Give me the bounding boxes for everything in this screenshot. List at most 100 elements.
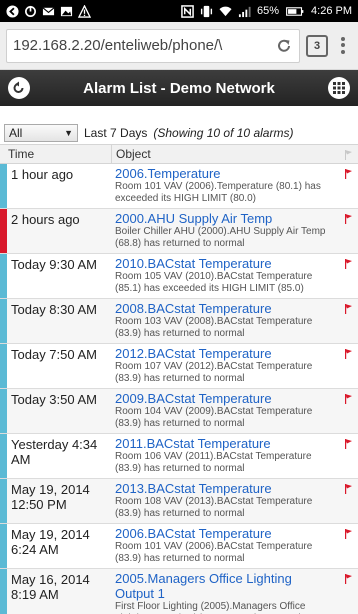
alarm-row[interactable]: Today 8:30 AM 2008.BACstat Temperature Roo… bbox=[0, 299, 358, 344]
alarm-description: First Floor Lighting (2005).Managers Off… bbox=[115, 601, 306, 614]
alarm-time: 2 hours ago bbox=[11, 212, 80, 227]
column-header-time[interactable]: Time bbox=[0, 147, 111, 161]
alarm-time: May 19, 2014 6:24 AM bbox=[11, 527, 90, 557]
alarm-status-bar bbox=[0, 254, 7, 298]
alarm-row[interactable]: Today 7:50 AM 2012.BACstat Temperature Roo… bbox=[0, 344, 358, 389]
status-time: 4:26 PM bbox=[311, 5, 352, 17]
flag-icon bbox=[344, 214, 352, 224]
flag-icon bbox=[344, 439, 352, 449]
alarm-object-link[interactable]: 2013.BACstat Temperature bbox=[115, 481, 334, 496]
back-icon bbox=[6, 4, 19, 18]
alarm-object-link[interactable]: 2010.BACstat Temperature bbox=[115, 256, 334, 271]
alarm-description: Room 104 VAV (2009).BACstat Temperature … bbox=[115, 406, 313, 429]
alarm-description: Room 108 VAV (2013).BACstat Temperature … bbox=[115, 496, 313, 519]
dropdown-arrow-icon: ▼ bbox=[64, 128, 73, 138]
date-range-label: Last 7 Days bbox=[84, 126, 148, 140]
back-button[interactable] bbox=[8, 77, 30, 99]
alarm-row[interactable]: 1 hour ago 2006.Temperature Room 101 VAV (… bbox=[0, 164, 358, 209]
browser-toolbar: 192.168.2.20/enteliweb/phone/\ 3 bbox=[0, 22, 358, 70]
status-left-icons bbox=[6, 4, 91, 18]
alarm-time: 1 hour ago bbox=[11, 167, 74, 182]
alarm-row[interactable]: Today 9:30 AM 2010.BACstat Temperature Roo… bbox=[0, 254, 358, 299]
alarm-object-link[interactable]: 2012.BACstat Temperature bbox=[115, 346, 334, 361]
status-bar: 65% 4:26 PM bbox=[0, 0, 358, 22]
alarm-object-link[interactable]: 2008.BACstat Temperature bbox=[115, 301, 334, 316]
battery-icon bbox=[286, 6, 304, 16]
alarm-time: Today 9:30 AM bbox=[11, 257, 97, 272]
alarm-object: 2013.BACstat Temperature Room 108 VAV (20… bbox=[111, 479, 338, 523]
alarm-flag-button[interactable] bbox=[338, 209, 358, 253]
alarm-status-bar bbox=[0, 299, 7, 343]
alarm-status-bar bbox=[0, 344, 7, 388]
alarm-row[interactable]: May 19, 2014 12:50 PM 2013.BACstat Temper… bbox=[0, 479, 358, 524]
alarm-time: Today 8:30 AM bbox=[11, 302, 97, 317]
alarm-flag-button[interactable] bbox=[338, 254, 358, 298]
alarm-object: 2011.BACstat Temperature Room 106 VAV (20… bbox=[111, 434, 338, 478]
alarm-description: Room 103 VAV (2008).BACstat Temperature … bbox=[115, 316, 313, 339]
reload-icon[interactable] bbox=[275, 37, 293, 55]
alarm-description: Room 107 VAV (2012).BACstat Temperature … bbox=[115, 361, 313, 384]
page-title: Alarm List - Demo Network bbox=[83, 79, 275, 97]
alarm-flag-button[interactable] bbox=[338, 389, 358, 433]
alarm-flag-button[interactable] bbox=[338, 299, 358, 343]
alarm-row[interactable]: May 16, 2014 8:19 AM 2005.Managers Office… bbox=[0, 569, 358, 614]
alarm-flag-button[interactable] bbox=[338, 479, 358, 523]
menu-dot bbox=[341, 43, 345, 48]
alarm-row[interactable]: May 19, 2014 6:24 AM 2006.BACstat Tempera… bbox=[0, 524, 358, 569]
alarm-object-link[interactable]: 2005.Managers Office Lighting Output 1 bbox=[115, 571, 334, 601]
table-header: Time Object bbox=[0, 144, 358, 164]
tab-switcher-button[interactable]: 3 bbox=[306, 34, 328, 57]
app-header: Alarm List - Demo Network bbox=[0, 70, 358, 106]
status-right-icons: 65% 4:26 PM bbox=[181, 4, 352, 18]
alarm-description: Room 106 VAV (2011).BACstat Temperature … bbox=[115, 451, 312, 474]
alarm-object: 2009.BACstat Temperature Room 104 VAV (20… bbox=[111, 389, 338, 433]
alarm-object-link[interactable]: 2000.AHU Supply Air Temp bbox=[115, 211, 334, 226]
url-text[interactable]: 192.168.2.20/enteliweb/phone/\ bbox=[13, 37, 275, 54]
alarm-object-link[interactable]: 2006.Temperature bbox=[115, 166, 334, 181]
spacer bbox=[0, 106, 358, 122]
alarm-time: Today 3:50 AM bbox=[11, 392, 97, 407]
alarm-status-bar bbox=[0, 434, 7, 478]
alarm-flag-button[interactable] bbox=[338, 569, 358, 614]
alarm-object: 2000.AHU Supply Air Temp Boiler Chiller A… bbox=[111, 209, 338, 253]
flag-icon bbox=[344, 484, 352, 494]
alarm-status-bar bbox=[0, 524, 7, 568]
flag-icon bbox=[344, 394, 352, 404]
alarm-flag-button[interactable] bbox=[338, 434, 358, 478]
alarm-description: Room 101 VAV (2006).BACstat Temperature … bbox=[115, 541, 313, 564]
alarm-status-bar bbox=[0, 209, 7, 253]
menu-dot bbox=[341, 36, 345, 41]
alarm-object: 2012.BACstat Temperature Room 107 VAV (20… bbox=[111, 344, 338, 388]
alarm-object-link[interactable]: 2006.BACstat Temperature bbox=[115, 526, 334, 541]
alarm-table: Time Object 1 hour ago 2006.Temperature Ro… bbox=[0, 144, 358, 614]
flag-icon bbox=[344, 349, 352, 359]
grid-icon bbox=[333, 82, 345, 94]
flag-icon bbox=[344, 259, 352, 269]
grid-menu-button[interactable] bbox=[328, 77, 350, 99]
alarm-row[interactable]: Today 3:50 AM 2009.BACstat Temperature Roo… bbox=[0, 389, 358, 434]
alarm-time: May 16, 2014 8:19 AM bbox=[11, 572, 90, 602]
flag-icon bbox=[344, 169, 352, 179]
flag-icon bbox=[344, 574, 352, 584]
column-header-object[interactable]: Object bbox=[111, 145, 338, 163]
tab-count: 3 bbox=[313, 39, 321, 52]
alarm-filter-select[interactable]: All ▼ bbox=[4, 124, 78, 142]
url-bar[interactable]: 192.168.2.20/enteliweb/phone/\ bbox=[6, 28, 300, 63]
alarm-status-bar bbox=[0, 389, 7, 433]
sync-icon bbox=[25, 5, 36, 17]
alarm-object-link[interactable]: 2009.BACstat Temperature bbox=[115, 391, 334, 406]
nfc-icon bbox=[181, 4, 194, 18]
alarm-object: 2006.Temperature Room 101 VAV (2006).Temp… bbox=[111, 164, 338, 208]
menu-dot bbox=[341, 50, 345, 55]
alarm-flag-button[interactable] bbox=[338, 164, 358, 208]
alarm-flag-button[interactable] bbox=[338, 344, 358, 388]
browser-menu-icon[interactable] bbox=[334, 32, 352, 60]
alarm-flag-button[interactable] bbox=[338, 524, 358, 568]
alarm-status-bar bbox=[0, 164, 7, 208]
flag-header-icon bbox=[344, 149, 352, 160]
alarm-count-label: (Showing 10 of 10 alarms) bbox=[153, 126, 294, 140]
alarm-object-link[interactable]: 2011.BACstat Temperature bbox=[115, 436, 334, 451]
alarm-row[interactable]: Yesterday 4:34 AM 2011.BACstat Temperatur… bbox=[0, 434, 358, 479]
alarm-row[interactable]: 2 hours ago 2000.AHU Supply Air Temp Boile… bbox=[0, 209, 358, 254]
wifi-icon bbox=[219, 6, 232, 16]
